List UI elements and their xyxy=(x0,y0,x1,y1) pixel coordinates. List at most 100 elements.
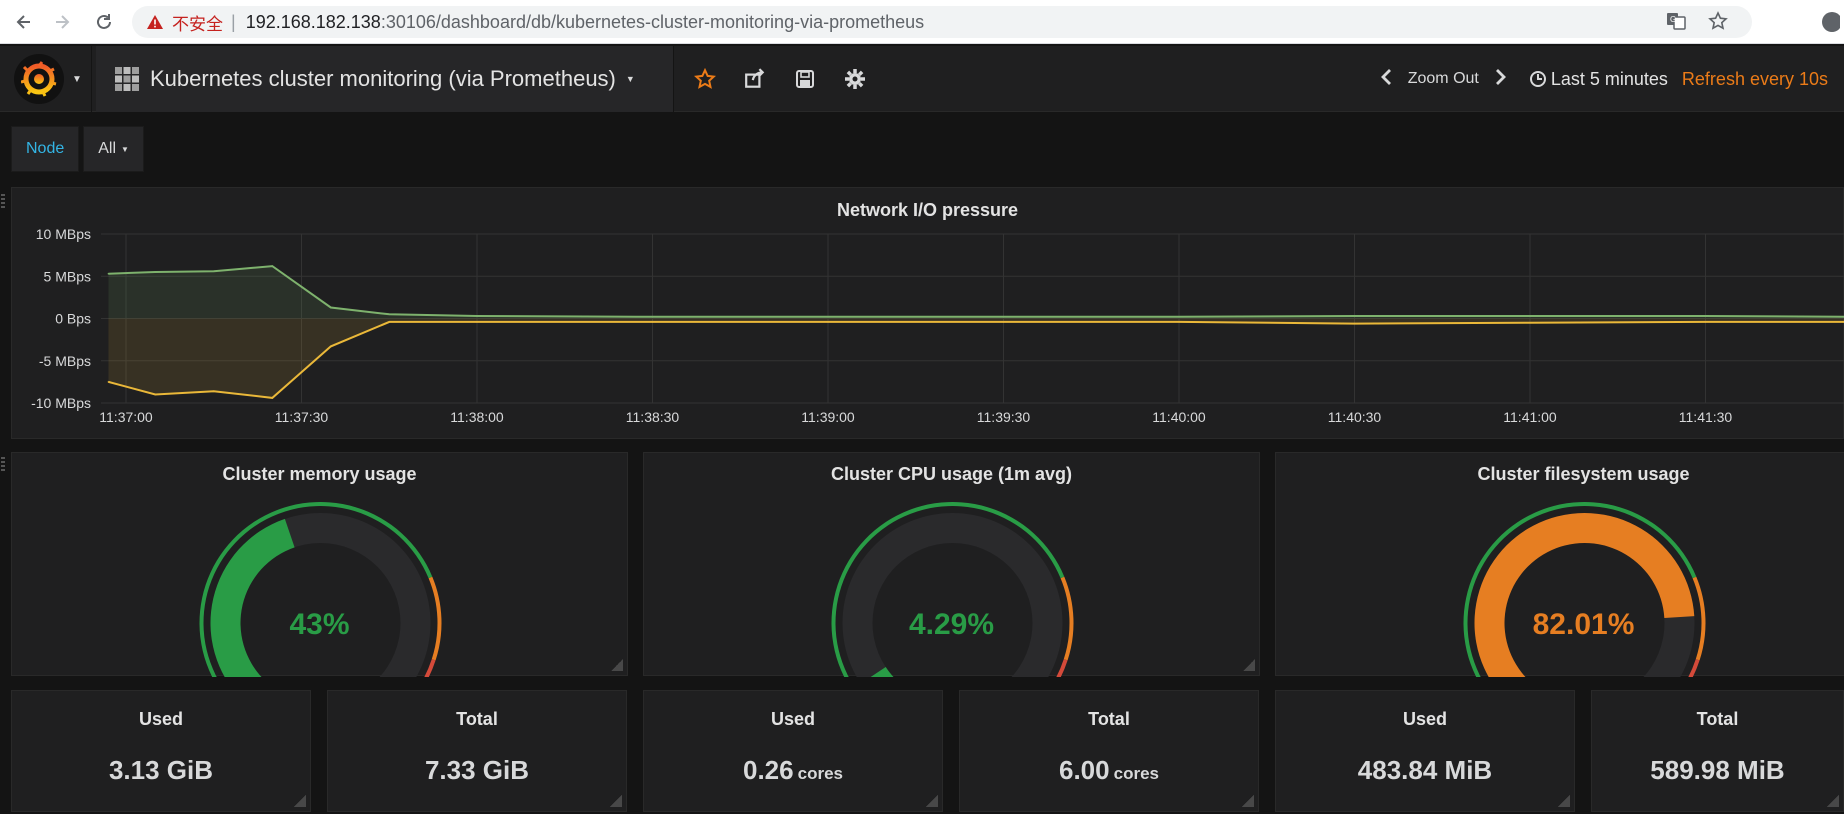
address-bar[interactable]: 不安全 | 192.168.182.138:30106/dashboard/db… xyxy=(132,6,1752,38)
stat-value: 589.98 MiB xyxy=(1592,755,1843,786)
template-variables: Node All ▼ xyxy=(11,126,144,172)
data-point xyxy=(1002,316,1005,318)
series-line-1 xyxy=(108,320,1844,399)
y-tick-label: -5 MBps xyxy=(39,353,91,369)
variable-label-node: Node xyxy=(11,126,80,172)
stat-unit: cores xyxy=(797,764,843,783)
chevron-left-icon xyxy=(1380,68,1391,85)
row-drag-handle[interactable] xyxy=(1,194,5,210)
security-label[interactable]: 不安全 xyxy=(172,10,223,35)
separator: | xyxy=(231,11,236,32)
time-range-picker[interactable]: Last 5 minutes xyxy=(1529,69,1668,90)
stat-panel: Total 7.33 GiB xyxy=(327,690,627,812)
gauge-value: 82.01% xyxy=(1532,608,1635,641)
data-point xyxy=(1353,315,1356,317)
gauge-chart xyxy=(1463,502,1706,677)
chevron-down-icon: ▼ xyxy=(72,73,82,85)
time-shift-forward-button[interactable] xyxy=(1493,68,1507,91)
share-icon xyxy=(745,68,765,88)
save-dashboard-button[interactable] xyxy=(780,46,830,112)
stat-title[interactable]: Total xyxy=(328,709,626,730)
reload-button[interactable] xyxy=(86,4,122,40)
variable-value: All xyxy=(98,140,117,157)
stat-title[interactable]: Total xyxy=(960,709,1258,730)
data-point xyxy=(651,321,654,323)
settings-button[interactable] xyxy=(830,46,880,112)
dashboard-picker[interactable]: Kubernetes cluster monitoring (via Prome… xyxy=(96,46,674,112)
data-point xyxy=(1704,321,1707,323)
stat-number: 483.84 MiB xyxy=(1357,755,1493,785)
time-shift-back-button[interactable] xyxy=(1380,68,1394,91)
save-icon xyxy=(796,70,814,88)
arrow-left-icon xyxy=(16,15,30,29)
stat-title[interactable]: Total xyxy=(1592,709,1843,730)
share-dashboard-button[interactable] xyxy=(730,46,780,112)
url-host: 192.168.182.138 xyxy=(245,11,381,32)
svg-text:G: G xyxy=(1670,15,1676,24)
data-point xyxy=(476,321,478,323)
bookmark-star-icon[interactable] xyxy=(1708,11,1728,37)
dashboard-grid-icon xyxy=(115,67,139,91)
stat-unit: cores xyxy=(1113,764,1159,783)
stat-panel: Total 589.98 MiB xyxy=(1591,690,1844,812)
data-point xyxy=(154,393,157,396)
y-tick-label: 5 MBps xyxy=(44,268,91,284)
series-line-0 xyxy=(108,265,1844,318)
grafana-logo-icon xyxy=(14,54,64,104)
gauge-value: 4.29% xyxy=(908,608,995,641)
stat-value: 7.33 GiB xyxy=(328,755,626,786)
zoom-out-button[interactable]: Zoom Out xyxy=(1408,70,1479,88)
panel-resize-handle[interactable] xyxy=(1558,795,1570,807)
grafana-menu-button[interactable]: ▼ xyxy=(0,46,92,112)
data-point xyxy=(107,381,110,383)
x-tick-label: 11:38:00 xyxy=(450,409,504,425)
profile-avatar[interactable] xyxy=(1810,6,1842,38)
series-area-0 xyxy=(108,266,1844,319)
warning-icon xyxy=(146,14,164,30)
star-dashboard-button[interactable] xyxy=(680,46,730,112)
x-tick-label: 11:41:00 xyxy=(1503,409,1557,425)
y-tick-label: 0 Bps xyxy=(55,311,91,327)
panel-resize-handle[interactable] xyxy=(1243,659,1255,671)
panel-resize-handle[interactable] xyxy=(1242,795,1254,807)
stat-title[interactable]: Used xyxy=(644,709,942,730)
x-tick-label: 11:40:00 xyxy=(1152,409,1206,425)
data-point xyxy=(1529,315,1531,317)
panel-resize-handle[interactable] xyxy=(294,795,306,807)
refresh-interval-picker[interactable]: Refresh every 10s xyxy=(1682,69,1828,90)
stat-value: 0.26 cores xyxy=(644,755,942,786)
translate-icon[interactable]: G xyxy=(1666,11,1686,37)
x-tick-label: 11:37:30 xyxy=(275,409,329,425)
gauge-track xyxy=(842,513,1063,677)
panel-resize-handle[interactable] xyxy=(1827,795,1839,807)
data-point xyxy=(476,315,478,317)
data-point xyxy=(388,321,391,323)
panel-resize-handle[interactable] xyxy=(611,659,623,671)
stat-title[interactable]: Used xyxy=(12,709,310,730)
stat-value: 3.13 GiB xyxy=(12,755,310,786)
chevron-down-icon: ▼ xyxy=(625,74,635,84)
x-tick-label: 11:40:30 xyxy=(1328,409,1382,425)
stat-panel: Used 0.26 cores xyxy=(643,690,943,812)
stat-title[interactable]: Used xyxy=(1276,709,1574,730)
data-point xyxy=(651,316,654,318)
dashboard-title: Kubernetes cluster monitoring (via Prome… xyxy=(150,66,616,91)
stat-number: 589.98 MiB xyxy=(1650,755,1785,785)
x-tick-label: 11:41:30 xyxy=(1679,409,1733,425)
forward-button[interactable] xyxy=(44,4,80,40)
panel-resize-handle[interactable] xyxy=(926,795,938,807)
time-range-label: Last 5 minutes xyxy=(1550,68,1668,89)
stat-value: 483.84 MiB xyxy=(1276,755,1574,786)
chevron-right-icon xyxy=(1495,68,1506,85)
y-tick-label: 10 MBps xyxy=(36,226,91,242)
reload-icon xyxy=(97,14,111,29)
network-io-panel: Network I/O pressure 10 MBps 5 MBps 0 Bps -… xyxy=(11,187,1844,439)
data-point xyxy=(1178,321,1180,323)
back-button[interactable] xyxy=(6,4,42,40)
gauge-panel: Cluster filesystem usage 82.01% xyxy=(1275,452,1844,677)
row-drag-handle[interactable] xyxy=(1,457,5,473)
data-point xyxy=(1529,321,1531,324)
clock-icon xyxy=(1529,71,1546,87)
variable-node-dropdown[interactable]: All ▼ xyxy=(83,126,144,172)
panel-resize-handle[interactable] xyxy=(610,795,622,807)
